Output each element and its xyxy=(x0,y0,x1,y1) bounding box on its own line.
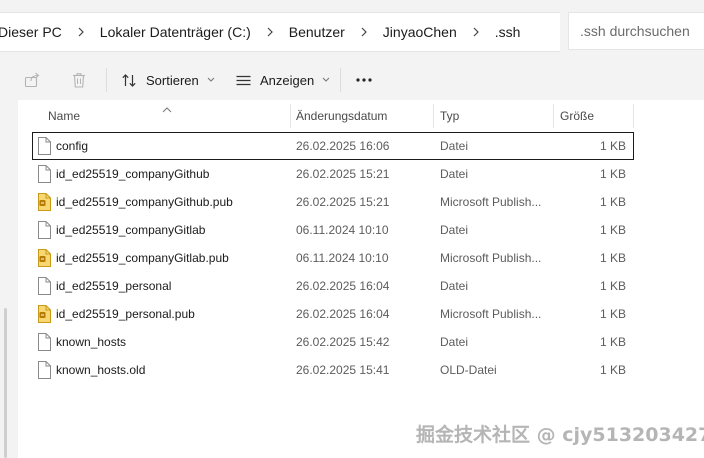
crumb-this-pc[interactable]: Dieser PC xyxy=(0,24,72,40)
breadcrumb[interactable]: Dieser PC Lokaler Datenträger (C:) Benut… xyxy=(0,12,560,52)
sort-icon xyxy=(121,72,138,89)
file-list-pane: Name Änderungsdatum Typ Größe config 26.0… xyxy=(0,100,704,458)
file-row[interactable]: known_hosts 26.02.2025 15:42 Datei 1 KB xyxy=(32,328,634,356)
file-type: Datei xyxy=(440,223,469,237)
publisher-file-icon xyxy=(37,193,51,211)
address-row: Dieser PC Lokaler Datenträger (C:) Benut… xyxy=(0,0,704,60)
view-label: Anzeigen xyxy=(260,72,315,88)
more-options-icon[interactable] xyxy=(354,70,374,90)
file-type: Datei xyxy=(440,335,469,349)
file-size: 1 KB xyxy=(599,335,626,349)
file-modified: 26.02.2025 16:04 xyxy=(296,279,390,293)
file-row[interactable]: config 26.02.2025 16:06 Datei 1 KB xyxy=(32,132,634,160)
file-size: 1 KB xyxy=(599,223,626,237)
file-modified: 26.02.2025 16:06 xyxy=(296,139,390,153)
column-modified[interactable]: Änderungsdatum xyxy=(296,104,387,128)
file-type: Microsoft Publish... xyxy=(440,195,542,209)
file-rows: config 26.02.2025 16:06 Datei 1 KB id_ed2551… xyxy=(32,132,634,384)
file-icon xyxy=(37,165,51,183)
file-name: id_ed25519_personal xyxy=(56,279,172,293)
file-row[interactable]: id_ed25519_personal 26.02.2025 16:04 Datei… xyxy=(32,272,634,300)
column-type[interactable]: Typ xyxy=(440,104,459,128)
sort-label: Sortieren xyxy=(146,72,199,88)
file-modified: 26.02.2025 15:21 xyxy=(296,167,390,181)
view-button[interactable]: Anzeigen xyxy=(235,68,330,92)
file-size: 1 KB xyxy=(599,195,626,209)
search-input[interactable]: .ssh durchsuchen xyxy=(568,12,704,50)
file-icon xyxy=(37,277,51,295)
column-divider[interactable] xyxy=(290,104,291,128)
toolbar-divider xyxy=(340,68,341,92)
file-name: id_ed25519_companyGithub.pub xyxy=(56,195,233,209)
file-modified: 06.11.2024 10:10 xyxy=(296,223,389,237)
crumb-local-disk[interactable]: Lokaler Datenträger (C:) xyxy=(90,24,261,40)
chevron-right-icon[interactable] xyxy=(467,23,485,41)
crumb-users[interactable]: Benutzer xyxy=(279,24,355,40)
file-modified: 26.02.2025 15:21 xyxy=(296,195,390,209)
file-modified: 06.11.2024 10:10 xyxy=(296,251,389,265)
navigation-pane xyxy=(0,100,18,458)
file-row[interactable]: id_ed25519_companyGitlab.pub 06.11.2024 1… xyxy=(32,244,634,272)
file-modified: 26.02.2025 15:41 xyxy=(296,363,390,377)
watermark: 掘金技术社区 @ cjy513203427 xyxy=(416,424,704,446)
file-row[interactable]: id_ed25519_companyGithub.pub 26.02.2025 1… xyxy=(32,188,634,216)
sort-ascending-icon xyxy=(162,102,172,113)
file-name: config xyxy=(56,139,89,153)
file-name: id_ed25519_companyGithub xyxy=(56,167,210,181)
chevron-right-icon[interactable] xyxy=(72,23,90,41)
file-icon xyxy=(37,221,51,239)
file-name: id_ed25519_companyGitlab xyxy=(56,223,206,237)
command-bar: Sortieren Anzeigen xyxy=(0,60,704,100)
file-type: Datei xyxy=(440,279,469,293)
file-size: 1 KB xyxy=(599,251,626,265)
file-size: 1 KB xyxy=(599,167,626,181)
file-icon xyxy=(37,361,51,379)
publisher-file-icon xyxy=(37,249,51,267)
file-modified: 26.02.2025 16:04 xyxy=(296,307,390,321)
file-row[interactable]: id_ed25519_companyGithub 26.02.2025 15:21… xyxy=(32,160,634,188)
delete-icon[interactable] xyxy=(69,70,89,90)
crumb-user-folder[interactable]: JinyaoChen xyxy=(373,24,467,40)
file-name: known_hosts.old xyxy=(56,363,146,377)
crumb-ssh[interactable]: .ssh xyxy=(485,24,531,40)
file-name: id_ed25519_personal.pub xyxy=(56,307,195,321)
file-name: known_hosts xyxy=(56,335,127,349)
file-row[interactable]: id_ed25519_personal.pub 26.02.2025 16:04 M… xyxy=(32,300,634,328)
sort-button[interactable]: Sortieren xyxy=(121,68,215,92)
nav-scrollbar[interactable] xyxy=(4,308,7,458)
column-divider[interactable] xyxy=(553,104,554,128)
file-size: 1 KB xyxy=(599,363,626,377)
publisher-file-icon xyxy=(37,305,51,323)
file-name: id_ed25519_companyGitlab.pub xyxy=(56,251,229,265)
chevron-down-icon xyxy=(207,77,215,83)
file-type: OLD-Datei xyxy=(440,363,497,377)
file-row[interactable]: id_ed25519_companyGitlab 06.11.2024 10:10… xyxy=(32,216,634,244)
file-type: Datei xyxy=(440,167,469,181)
view-list-icon xyxy=(235,72,252,89)
chevron-down-icon xyxy=(322,77,330,83)
column-size[interactable]: Größe xyxy=(560,104,594,128)
file-size: 1 KB xyxy=(599,139,626,153)
file-icon xyxy=(37,333,51,351)
column-name[interactable]: Name xyxy=(48,104,80,128)
toolbar-divider xyxy=(106,68,107,92)
column-divider[interactable] xyxy=(433,104,434,128)
chevron-right-icon[interactable] xyxy=(355,23,373,41)
column-header: Name Änderungsdatum Typ Größe xyxy=(32,104,634,128)
search-placeholder: .ssh durchsuchen xyxy=(580,23,690,39)
column-divider[interactable] xyxy=(633,104,634,128)
file-type: Datei xyxy=(440,139,469,153)
chevron-right-icon[interactable] xyxy=(261,23,279,41)
file-icon xyxy=(37,137,51,155)
file-type: Microsoft Publish... xyxy=(440,307,542,321)
file-size: 1 KB xyxy=(599,307,626,321)
file-type: Microsoft Publish... xyxy=(440,251,542,265)
share-icon[interactable] xyxy=(22,70,42,90)
file-size: 1 KB xyxy=(599,279,626,293)
file-row[interactable]: known_hosts.old 26.02.2025 15:41 OLD-Datei… xyxy=(32,356,634,384)
file-modified: 26.02.2025 15:42 xyxy=(296,335,390,349)
